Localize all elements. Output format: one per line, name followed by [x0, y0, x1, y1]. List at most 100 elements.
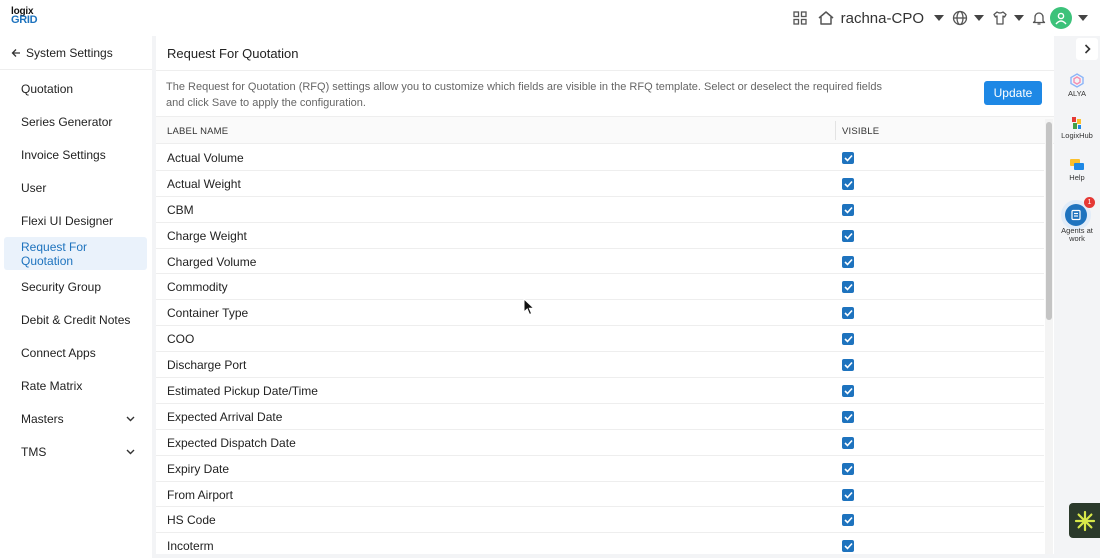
- page-description: The Request for Quotation (RFQ) settings…: [166, 81, 882, 109]
- back-to-system-settings[interactable]: System Settings: [0, 36, 152, 70]
- sidebar-item-series-generator[interactable]: Series Generator: [4, 105, 147, 138]
- sidebar-item-label: Rate Matrix: [21, 378, 83, 393]
- row-label: Commodity: [167, 280, 228, 295]
- arrow-left-icon: [11, 48, 20, 57]
- row-label: COO: [167, 332, 195, 347]
- visible-checkbox[interactable]: [842, 229, 854, 242]
- visible-checkbox[interactable]: [842, 514, 854, 527]
- user-avatar-icon[interactable]: [1050, 7, 1072, 29]
- sidebar-item-invoice-settings[interactable]: Invoice Settings: [4, 138, 147, 171]
- sidebar-item-label: Connect Apps: [21, 345, 96, 360]
- shirt-icon[interactable]: [992, 7, 1008, 29]
- logo-bottom-text: GRID: [11, 14, 38, 26]
- logo[interactable]: logix GRID: [11, 7, 41, 26]
- rail-alya[interactable]: ALYA: [1054, 73, 1100, 98]
- sparkle-icon: [1074, 510, 1095, 531]
- sidebar-item-request-for-quotation[interactable]: Request For Quotation: [4, 237, 147, 270]
- row-label: Actual Weight: [167, 176, 241, 191]
- visible-checkbox[interactable]: [842, 333, 854, 346]
- visible-checkbox[interactable]: [842, 462, 854, 475]
- language-chevron-down-icon[interactable]: [974, 15, 984, 21]
- checkbox-checked-icon: [843, 517, 853, 525]
- bell-icon[interactable]: [1032, 7, 1046, 29]
- rail-logixhub[interactable]: LogixHub: [1054, 116, 1100, 140]
- home-icon[interactable]: [817, 7, 835, 29]
- visible-checkbox[interactable]: [842, 255, 854, 268]
- settings-sidebar: System Settings Quotation Series Generat…: [0, 36, 152, 558]
- checkbox-checked-icon: [843, 362, 853, 369]
- theme-chevron-down-icon[interactable]: [1014, 15, 1024, 21]
- checkbox-checked-icon: [843, 284, 853, 292]
- chevron-down-icon: [126, 416, 135, 421]
- table-row: HS Code: [156, 507, 1044, 534]
- checkbox-checked-icon: [843, 491, 853, 499]
- visible-checkbox[interactable]: [842, 203, 854, 216]
- checkbox-checked-icon: [843, 232, 853, 240]
- sidebar-menu: Quotation Series Generator Invoice Setti…: [0, 70, 152, 468]
- sidebar-item-security-group[interactable]: Security Group: [4, 270, 147, 303]
- top-bar: logix GRID rachna-CPO: [0, 0, 1100, 36]
- account-chevron-down-icon[interactable]: [1078, 15, 1088, 21]
- collapse-rail-button[interactable]: [1076, 38, 1098, 60]
- checkbox-checked-icon: [843, 439, 853, 447]
- table-row: Expected Dispatch Date: [156, 430, 1044, 456]
- table-header: LABEL NAME VISIBLE: [156, 117, 1054, 144]
- checkbox-checked-icon: [843, 154, 853, 162]
- mouse-pointer-icon: [523, 298, 535, 316]
- sidebar-item-rate-matrix[interactable]: Rate Matrix: [4, 369, 147, 402]
- checkbox-checked-icon: [843, 336, 853, 343]
- visible-checkbox[interactable]: [842, 385, 854, 398]
- row-label: Charge Weight: [167, 228, 247, 243]
- checkbox-checked-icon: [843, 387, 853, 395]
- visible-checkbox[interactable]: [842, 359, 854, 372]
- checkbox-checked-icon: [843, 465, 853, 473]
- sidebar-item-user[interactable]: User: [4, 171, 147, 204]
- column-divider: [835, 121, 836, 140]
- update-button[interactable]: Update: [984, 81, 1042, 105]
- row-label: CBM: [167, 202, 194, 217]
- agents-icon: [1065, 204, 1087, 226]
- sidebar-item-label: Flexi UI Designer: [21, 213, 114, 228]
- rail-help[interactable]: Help: [1054, 158, 1100, 182]
- assistant-widget-button[interactable]: [1069, 503, 1100, 538]
- help-label: Help: [1069, 173, 1085, 182]
- agents-notification-badge: 1: [1084, 197, 1095, 208]
- column-header-visible: VISIBLE: [842, 126, 880, 137]
- row-label: Container Type: [167, 306, 249, 321]
- table-row: Container Type: [156, 300, 1044, 327]
- table-row: Commodity: [156, 274, 1044, 301]
- sidebar-item-label: TMS: [21, 444, 47, 459]
- scrollbar-thumb[interactable]: [1046, 122, 1052, 320]
- row-label: Expiry Date: [167, 461, 230, 476]
- grid-icon[interactable]: [792, 7, 807, 29]
- table-scrollbar[interactable]: [1045, 119, 1053, 554]
- table-row: Expiry Date: [156, 456, 1044, 482]
- table-row: Estimated Pickup Date/Time: [156, 378, 1044, 404]
- user-name[interactable]: rachna-CPO: [841, 10, 924, 27]
- user-menu-chevron-down-icon[interactable]: [934, 15, 944, 21]
- logixhub-label: LogixHub: [1061, 131, 1093, 140]
- visible-checkbox[interactable]: [842, 307, 854, 320]
- sidebar-item-flexi-ui-designer[interactable]: Flexi UI Designer: [4, 204, 147, 237]
- sidebar-item-label: Invoice Settings: [21, 147, 106, 162]
- sidebar-item-label: Debit & Credit Notes: [21, 312, 131, 327]
- visible-checkbox[interactable]: [842, 152, 854, 164]
- visible-checkbox[interactable]: [842, 540, 854, 553]
- visible-checkbox[interactable]: [842, 177, 854, 190]
- sidebar-item-label: Security Group: [21, 279, 102, 294]
- sidebar-item-debit-credit-notes[interactable]: Debit & Credit Notes: [4, 303, 147, 336]
- sidebar-item-masters[interactable]: Masters: [4, 402, 147, 435]
- sidebar-item-connect-apps[interactable]: Connect Apps: [4, 336, 147, 369]
- table-row: From Airport: [156, 482, 1044, 508]
- visible-checkbox[interactable]: [842, 436, 854, 449]
- checkbox-checked-icon: [843, 206, 853, 214]
- visible-checkbox[interactable]: [842, 488, 854, 501]
- globe-icon[interactable]: [952, 7, 968, 29]
- visible-checkbox[interactable]: [842, 410, 854, 423]
- sidebar-item-tms[interactable]: TMS: [4, 435, 147, 468]
- agents-label: Agents at work: [1054, 227, 1100, 243]
- visible-checkbox[interactable]: [842, 281, 854, 294]
- table-row: COO: [156, 326, 1044, 353]
- sidebar-item-quotation[interactable]: Quotation: [4, 72, 147, 105]
- row-label: Actual Volume: [167, 151, 244, 165]
